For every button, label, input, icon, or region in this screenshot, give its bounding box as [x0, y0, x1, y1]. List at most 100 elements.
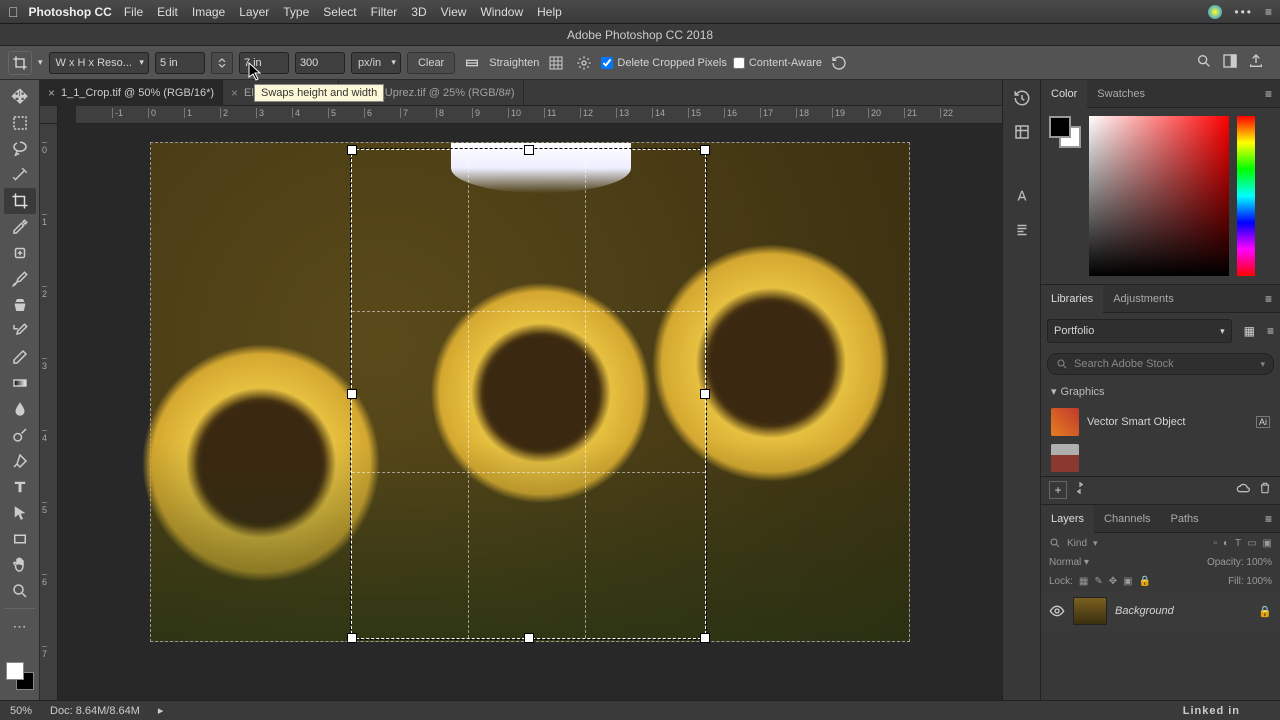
delete-cropped-checkbox[interactable]: Delete Cropped Pixels: [601, 57, 726, 69]
resolution-unit-dropdown[interactable]: px/in: [351, 52, 401, 74]
layer-row-background[interactable]: Background 🔒: [1041, 591, 1280, 631]
reset-crop-icon[interactable]: [828, 52, 850, 74]
color-tab[interactable]: Color: [1041, 80, 1087, 108]
zoom-tool[interactable]: [4, 578, 36, 604]
libraries-tab[interactable]: Libraries: [1041, 285, 1103, 313]
color-fg-bg-swatch[interactable]: [1049, 116, 1081, 148]
magic-wand-tool[interactable]: [4, 162, 36, 188]
dodge-tool[interactable]: [4, 422, 36, 448]
lock-transparency-icon[interactable]: ▦: [1079, 576, 1088, 587]
eyedropper-tool[interactable]: [4, 214, 36, 240]
document-tab-1[interactable]: × 1_1_Crop.tif @ 50% (RGB/16*): [40, 80, 223, 106]
panel-menu-icon[interactable]: ≡: [1257, 292, 1280, 306]
crop-tool[interactable]: [4, 188, 36, 214]
menu-window[interactable]: Window: [480, 5, 523, 19]
crop-resolution-input[interactable]: [295, 52, 345, 74]
menu-image[interactable]: Image: [192, 5, 225, 19]
lasso-tool[interactable]: [4, 136, 36, 162]
color-field[interactable]: [1089, 116, 1229, 276]
lock-all-icon[interactable]: 🔒: [1139, 576, 1151, 587]
blur-tool[interactable]: [4, 396, 36, 422]
content-aware-checkbox[interactable]: Content-Aware: [733, 57, 822, 69]
crop-handle-br[interactable]: [700, 633, 710, 643]
status-zoom[interactable]: 50%: [10, 705, 32, 717]
paragraph-panel-icon[interactable]: [1010, 218, 1034, 242]
foreground-background-colors[interactable]: [6, 662, 34, 690]
overlay-grid-icon[interactable]: [545, 52, 567, 74]
edit-toolbar-icon[interactable]: ⋯: [4, 613, 36, 639]
more-icon[interactable]: •••: [1234, 5, 1253, 19]
marquee-tool[interactable]: [4, 110, 36, 136]
swap-dimensions-button[interactable]: [211, 52, 233, 74]
properties-panel-icon[interactable]: [1010, 120, 1034, 144]
layer-name[interactable]: Background: [1115, 605, 1174, 617]
adjustments-tab[interactable]: Adjustments: [1103, 285, 1184, 313]
library-item[interactable]: [1041, 440, 1280, 476]
close-icon[interactable]: ×: [231, 86, 238, 100]
menu-file[interactable]: File: [124, 5, 143, 19]
channels-tab[interactable]: Channels: [1094, 505, 1160, 533]
filter-type-icon[interactable]: T: [1235, 538, 1241, 549]
library-section-header[interactable]: ▾ Graphics: [1041, 379, 1280, 404]
vertical-ruler[interactable]: 0 1 2 3 4 5 6 7: [40, 124, 58, 700]
list-icon[interactable]: ≡: [1265, 5, 1272, 19]
filter-pixel-icon[interactable]: ▫: [1213, 538, 1217, 549]
hue-slider[interactable]: [1237, 116, 1255, 276]
search-icon[interactable]: [1196, 53, 1212, 72]
library-search[interactable]: Search Adobe Stock ▾: [1047, 353, 1274, 375]
menu-3d[interactable]: 3D: [411, 5, 426, 19]
crop-handle-bl[interactable]: [347, 633, 357, 643]
crop-handle-r[interactable]: [700, 389, 710, 399]
eraser-tool[interactable]: [4, 344, 36, 370]
foreground-color-swatch[interactable]: [6, 662, 24, 680]
cc-cloud-icon[interactable]: [1208, 5, 1222, 19]
menu-help[interactable]: Help: [537, 5, 562, 19]
filter-kind-label[interactable]: Kind: [1067, 538, 1087, 549]
menu-edit[interactable]: Edit: [157, 5, 178, 19]
clear-button[interactable]: Clear: [407, 52, 455, 74]
history-brush-tool[interactable]: [4, 318, 36, 344]
cloud-status-icon[interactable]: [1236, 481, 1252, 500]
crop-handle-l[interactable]: [347, 389, 357, 399]
list-view-icon[interactable]: ≡: [1261, 324, 1280, 338]
paths-tab[interactable]: Paths: [1161, 505, 1209, 533]
gradient-tool[interactable]: [4, 370, 36, 396]
rectangle-tool[interactable]: [4, 526, 36, 552]
share-icon[interactable]: [1248, 53, 1264, 72]
straighten-label[interactable]: Straighten: [489, 57, 539, 69]
status-chevron-icon[interactable]: ▸: [158, 704, 164, 717]
menu-type[interactable]: Type: [283, 5, 309, 19]
move-tool[interactable]: [4, 84, 36, 110]
filter-smart-icon[interactable]: ▣: [1263, 538, 1272, 549]
grid-view-icon[interactable]: ▦: [1238, 324, 1261, 338]
menu-layer[interactable]: Layer: [239, 5, 269, 19]
canvas[interactable]: [58, 124, 1002, 700]
lock-pixels-icon[interactable]: ✎: [1094, 576, 1102, 587]
filter-shape-icon[interactable]: ▭: [1247, 538, 1256, 549]
swatches-tab[interactable]: Swatches: [1087, 80, 1155, 108]
menu-view[interactable]: View: [441, 5, 467, 19]
layer-thumbnail[interactable]: [1073, 597, 1107, 625]
type-tool[interactable]: [4, 474, 36, 500]
path-selection-tool[interactable]: [4, 500, 36, 526]
crop-handle-tl[interactable]: [347, 145, 357, 155]
hand-tool[interactable]: [4, 552, 36, 578]
ruler-origin[interactable]: [40, 106, 58, 124]
blend-mode-dropdown[interactable]: Normal ▾: [1049, 557, 1089, 568]
healing-brush-tool[interactable]: [4, 240, 36, 266]
visibility-eye-icon[interactable]: [1049, 603, 1065, 619]
crop-handle-b[interactable]: [524, 633, 534, 643]
clone-stamp-tool[interactable]: [4, 292, 36, 318]
lock-position-icon[interactable]: ✥: [1109, 576, 1117, 587]
crop-tool-icon[interactable]: [8, 51, 32, 75]
add-content-icon[interactable]: +: [1049, 481, 1067, 499]
pen-tool[interactable]: [4, 448, 36, 474]
character-panel-icon[interactable]: [1010, 184, 1034, 208]
color-fg-swatch[interactable]: [1049, 116, 1071, 138]
fill-value[interactable]: 100%: [1246, 576, 1272, 587]
panel-menu-icon[interactable]: ≡: [1257, 512, 1280, 526]
library-item[interactable]: Vector Smart Object Ai: [1041, 404, 1280, 440]
layers-tab[interactable]: Layers: [1041, 505, 1094, 533]
lock-artboard-icon[interactable]: ▣: [1123, 576, 1132, 587]
library-selector[interactable]: Portfolio ▾: [1047, 319, 1232, 343]
